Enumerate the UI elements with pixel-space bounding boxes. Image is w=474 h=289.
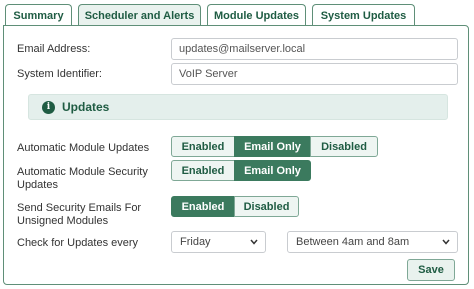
auto-module-updates-disabled-button[interactable]: Disabled <box>310 136 378 157</box>
auto-module-updates-enabled-button[interactable]: Enabled <box>171 136 235 157</box>
email-label: Email Address: <box>17 43 91 55</box>
auto-security-updates-email-only-button[interactable]: Email Only <box>234 160 311 181</box>
system-identifier-field[interactable]: VoIP Server <box>171 63 458 85</box>
auto-module-updates-email-only-button[interactable]: Email Only <box>234 136 311 157</box>
check-time-select[interactable]: Between 4am and 8am <box>287 231 458 253</box>
tab-scheduler-and-alerts[interactable]: Scheduler and Alerts <box>78 4 201 27</box>
auto-security-updates-toggle: Enabled Email Only <box>171 160 311 181</box>
check-day-value: Friday <box>180 236 211 248</box>
security-emails-disabled-button[interactable]: Disabled <box>234 196 299 217</box>
info-circle-icon: i <box>42 101 55 114</box>
updates-section-title: Updates <box>62 100 110 114</box>
auto-module-updates-toggle: Enabled Email Only Disabled <box>171 136 378 157</box>
chevron-down-icon <box>250 239 258 245</box>
updates-section-header: i Updates <box>28 94 448 120</box>
system-identifier-label: System Identifier: <box>17 68 102 80</box>
security-emails-unsigned-label-line2: Unsigned Modules <box>17 215 109 227</box>
email-field[interactable]: updates@mailserver.local <box>171 38 458 60</box>
auto-security-updates-label-line2: Updates <box>17 179 58 191</box>
scheduler-panel: Email Address: updates@mailserver.local … <box>3 25 469 285</box>
auto-module-updates-label: Automatic Module Updates <box>17 142 150 154</box>
tab-system-updates[interactable]: System Updates <box>312 4 415 26</box>
tab-summary[interactable]: Summary <box>5 4 72 26</box>
auto-security-updates-enabled-button[interactable]: Enabled <box>171 160 235 181</box>
chevron-down-icon <box>442 239 450 245</box>
auto-security-updates-label: Automatic Module Security Updates <box>17 166 148 192</box>
auto-security-updates-label-line1: Automatic Module Security <box>17 166 148 178</box>
security-emails-unsigned-label-line1: Send Security Emails For <box>17 202 142 214</box>
tab-module-updates[interactable]: Module Updates <box>207 4 306 26</box>
save-button[interactable]: Save <box>407 259 455 281</box>
security-emails-unsigned-toggle: Enabled Disabled <box>171 196 299 217</box>
check-time-value: Between 4am and 8am <box>296 236 410 248</box>
security-emails-enabled-button[interactable]: Enabled <box>171 196 235 217</box>
check-day-select[interactable]: Friday <box>171 231 266 253</box>
check-updates-label: Check for Updates every <box>17 237 139 249</box>
security-emails-unsigned-label: Send Security Emails For Unsigned Module… <box>17 202 141 228</box>
